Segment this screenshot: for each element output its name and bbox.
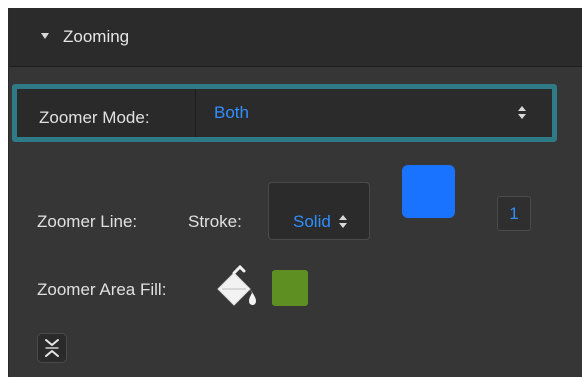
zoomer-mode-row: Zoomer Mode: Both	[12, 84, 557, 142]
section-title: Zooming	[63, 27, 130, 46]
collapse-icon	[45, 339, 59, 357]
collapse-button[interactable]	[37, 333, 67, 363]
zoomer-mode-value: Both	[214, 103, 249, 122]
zoomer-line-label: Zoomer Line:	[37, 212, 138, 231]
triangle-down-icon[interactable]	[41, 33, 49, 39]
zoomer-line-width-field[interactable]: 1	[497, 196, 531, 231]
zoomer-line-color-swatch[interactable]	[402, 165, 455, 218]
zoomer-line-width-value: 1	[509, 204, 519, 223]
zooming-panel: Zooming Zoomer Mode: Both Zoomer Line: S…	[8, 8, 582, 377]
up-down-arrows-icon	[518, 106, 526, 120]
zoomer-mode-select[interactable]: Both	[196, 89, 552, 137]
zoomer-area-fill-label: Zoomer Area Fill:	[37, 280, 167, 299]
zoomer-mode-label: Zoomer Mode:	[39, 108, 150, 127]
stroke-style-value: Solid	[293, 212, 331, 231]
section-header-zooming[interactable]: Zooming	[9, 8, 582, 67]
zoomer-area-fill-color-swatch[interactable]	[272, 270, 308, 306]
stroke-label: Stroke:	[188, 212, 242, 231]
up-down-arrows-icon	[339, 215, 347, 229]
stroke-style-select[interactable]: Solid	[268, 182, 370, 240]
paint-bucket-icon[interactable]	[214, 265, 260, 311]
